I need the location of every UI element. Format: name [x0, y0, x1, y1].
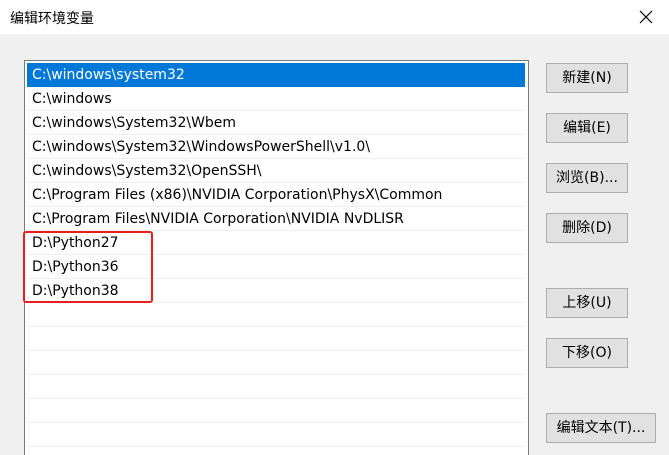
path-list-item[interactable]: D:\Python36 [27, 255, 525, 279]
window-title: 编辑环境变量 [10, 11, 94, 27]
empty-row[interactable] [27, 399, 525, 423]
empty-row[interactable] [27, 375, 525, 399]
move-up-button[interactable]: 上移(U) [546, 288, 628, 318]
path-list-item[interactable]: D:\Python38 [27, 279, 525, 303]
path-list-item[interactable]: C:\windows\system32 [27, 63, 525, 87]
move-down-button[interactable]: 下移(O) [546, 338, 628, 368]
path-list-item[interactable]: C:\windows\System32\Wbem [27, 111, 525, 135]
empty-row[interactable] [27, 327, 525, 351]
delete-button[interactable]: 删除(D) [546, 213, 628, 243]
path-list-item[interactable]: D:\Python27 [27, 231, 525, 255]
title-bar: 编辑环境变量 [0, 0, 669, 34]
browse-button[interactable]: 浏览(B)... [546, 163, 628, 193]
path-list-item[interactable]: C:\Program Files (x86)\NVIDIA Corporatio… [27, 183, 525, 207]
empty-row[interactable] [27, 351, 525, 375]
path-list-item[interactable]: C:\windows [27, 87, 525, 111]
path-list-item[interactable]: C:\windows\System32\OpenSSH\ [27, 159, 525, 183]
edit-text-button[interactable]: 编辑文本(T)... [546, 413, 656, 443]
path-list-item[interactable]: C:\windows\System32\WindowsPowerShell\v1… [27, 135, 525, 159]
path-list-item[interactable]: C:\Program Files\NVIDIA Corporation\NVID… [27, 207, 525, 231]
close-button[interactable] [623, 0, 669, 34]
path-listbox[interactable]: C:\windows\system32 C:\windows C:\window… [24, 60, 529, 455]
empty-row[interactable] [27, 303, 525, 327]
edit-button[interactable]: 编辑(E) [546, 113, 628, 143]
close-icon [639, 10, 653, 24]
empty-row[interactable] [27, 423, 525, 447]
new-button[interactable]: 新建(N) [546, 63, 628, 93]
